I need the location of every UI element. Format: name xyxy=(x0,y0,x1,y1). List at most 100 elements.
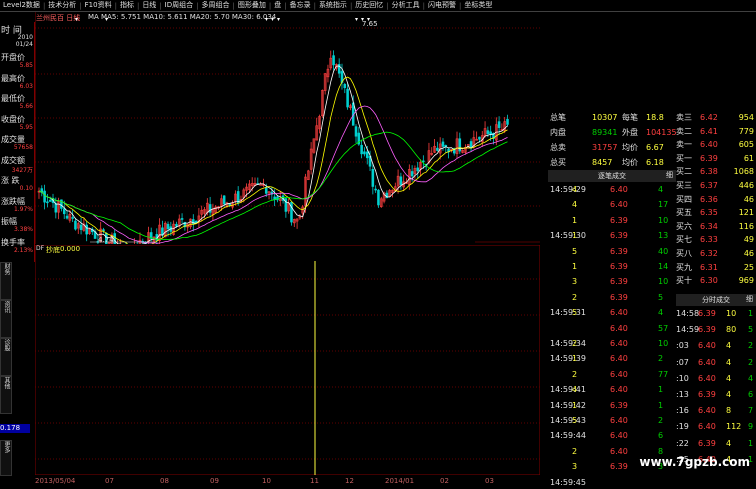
tick-price: 6.39 xyxy=(610,292,628,302)
tick-header[interactable]: 逐笔成交 xyxy=(548,170,676,182)
summary-value-2: 18.8 xyxy=(646,113,664,122)
menu-item-1[interactable]: 技术分析 xyxy=(45,0,79,11)
menu-item-8[interactable]: 盘 xyxy=(271,0,284,11)
tick-price: 6.40 xyxy=(610,446,628,456)
tick-side-count: 5 xyxy=(572,246,578,256)
candle-body xyxy=(346,88,349,108)
order-book-label: 买八 xyxy=(676,249,692,258)
candle-body xyxy=(354,126,358,137)
order-book-price: 6.35 xyxy=(700,208,718,218)
menu-item-7[interactable]: 图形叠加 xyxy=(235,0,269,11)
side-tab-other[interactable]: 其他 xyxy=(0,376,12,414)
tick-row: 5 6.39 40 xyxy=(548,246,676,258)
event-marker xyxy=(75,18,78,21)
time-tick-time: :10 xyxy=(676,373,689,383)
menu-item-9[interactable]: 备忘录 xyxy=(287,0,314,11)
tick-detail-button[interactable]: 细 xyxy=(666,170,673,180)
menu-item-13[interactable]: 闪电预警 xyxy=(425,0,459,11)
side-tab-f10[interactable]: 财务 xyxy=(0,262,12,300)
time-tick-header[interactable]: 分时成交 xyxy=(676,294,756,306)
side-tab-more[interactable]: 更多 xyxy=(0,440,12,476)
order-book-price: 6.38 xyxy=(700,167,718,177)
time-tick-price: 6.40 xyxy=(698,341,716,351)
side-tab-analysis[interactable]: 诊股 xyxy=(0,338,12,376)
low-price-label: 4.74 xyxy=(98,236,114,244)
candle-body xyxy=(374,188,377,191)
tick-vol: 1 xyxy=(658,385,664,395)
tick-side-count: 2 xyxy=(572,292,578,302)
tick-side-count: 2 xyxy=(572,369,578,379)
tick-price: 6.39 xyxy=(610,215,628,225)
tick-price: 6.40 xyxy=(610,323,628,333)
candle-body xyxy=(332,55,335,66)
tick-vol: 5 xyxy=(658,292,664,302)
tick-row: 4 6.40 17 xyxy=(548,199,676,211)
time-tick-price: 6.39 xyxy=(698,309,716,318)
kline-chart[interactable] xyxy=(35,12,540,244)
axis-label-0: 2013/05/04 xyxy=(35,477,76,485)
order-book-label: 卖二 xyxy=(676,126,692,136)
candle-body xyxy=(365,151,369,159)
date-year: 2010 xyxy=(17,34,33,41)
tick-vol: 17 xyxy=(658,200,669,210)
time-tick-row: :10 6.40 4 4 xyxy=(676,373,756,385)
menu-item-6[interactable]: 多周组合 xyxy=(199,0,233,11)
order-book-vol: 446 xyxy=(738,181,754,190)
time-tick-price: 6.40 xyxy=(698,373,716,383)
menu-item-0[interactable]: Level2数据 xyxy=(0,0,43,11)
tick-side-count: 1 xyxy=(572,231,578,241)
summary-label: 总买 xyxy=(550,158,566,167)
tick-row: 1 6.39 10 xyxy=(548,215,676,227)
sub-indicator-axis-value: 0.178 xyxy=(0,424,30,433)
tick-vol: 13 xyxy=(658,231,669,241)
tick-price: 6.39 xyxy=(610,400,628,410)
tick-price: 6.39 xyxy=(610,231,628,241)
order-book-row: 买六 6.34 116 xyxy=(676,221,756,233)
time-tick-detail-button[interactable]: 细 xyxy=(746,294,753,304)
time-tick-price: 6.40 xyxy=(698,357,716,367)
tick-price: 6.39 xyxy=(610,277,628,287)
axis-label-8: 02 xyxy=(440,477,449,485)
info-value-2: 5.66 xyxy=(19,103,33,110)
tick-price: 6.40 xyxy=(610,354,628,364)
menu-item-10[interactable]: 系统指示 xyxy=(316,0,350,11)
time-tick-time: :03 xyxy=(676,341,689,351)
menu-item-3[interactable]: 指标 xyxy=(117,0,137,11)
summary-value-2: 6.18 xyxy=(646,158,664,167)
order-book-row: 卖二 6.41 779 xyxy=(676,126,756,138)
axis-label-2: 08 xyxy=(160,477,169,485)
tick-vol: 1 xyxy=(658,400,664,410)
menu-item-14[interactable]: 坐标类型 xyxy=(461,0,495,11)
order-book-vol: 779 xyxy=(738,126,754,136)
axis-label-7: 2014/01 xyxy=(385,477,415,485)
order-book-label: 买二 xyxy=(676,167,692,177)
menu-item-4[interactable]: 日线 xyxy=(139,0,159,11)
order-book-label: 买九 xyxy=(676,262,692,272)
menu-item-12[interactable]: 分析工具 xyxy=(389,0,423,11)
event-marker xyxy=(355,18,358,21)
order-book-vol: 605 xyxy=(738,140,754,150)
menu-item-5[interactable]: ID周组合 xyxy=(162,0,196,11)
order-book-price: 6.34 xyxy=(700,221,718,231)
tick-row: 3 6.39 10 xyxy=(548,276,676,288)
time-tick-vol: 80 xyxy=(726,325,737,335)
event-marker xyxy=(265,18,268,21)
tick-vol: 57 xyxy=(658,323,669,333)
time-tick-n: 2 xyxy=(748,357,754,367)
order-book-row: 买八 6.32 46 xyxy=(676,248,756,260)
candle-body xyxy=(259,184,262,186)
time-tick-n: 4 xyxy=(748,373,754,383)
order-book-vol: 46 xyxy=(743,194,754,204)
order-book-vol: 61 xyxy=(743,153,754,163)
side-tab-news[interactable]: 资讯 xyxy=(0,300,12,338)
candle-body xyxy=(436,147,439,151)
ma20-line xyxy=(38,105,508,244)
time-tick-n: 7 xyxy=(748,406,754,416)
menu-item-11[interactable]: 历史回忆 xyxy=(352,0,386,11)
menu-item-2[interactable]: F10资料 xyxy=(82,0,115,11)
summary-label: 总卖 xyxy=(550,143,566,152)
candle-body xyxy=(79,224,83,230)
tick-row: 14:59:44 6.40 6 xyxy=(548,430,676,442)
sub-indicator-chart[interactable] xyxy=(35,245,540,475)
candle-body xyxy=(175,223,178,227)
